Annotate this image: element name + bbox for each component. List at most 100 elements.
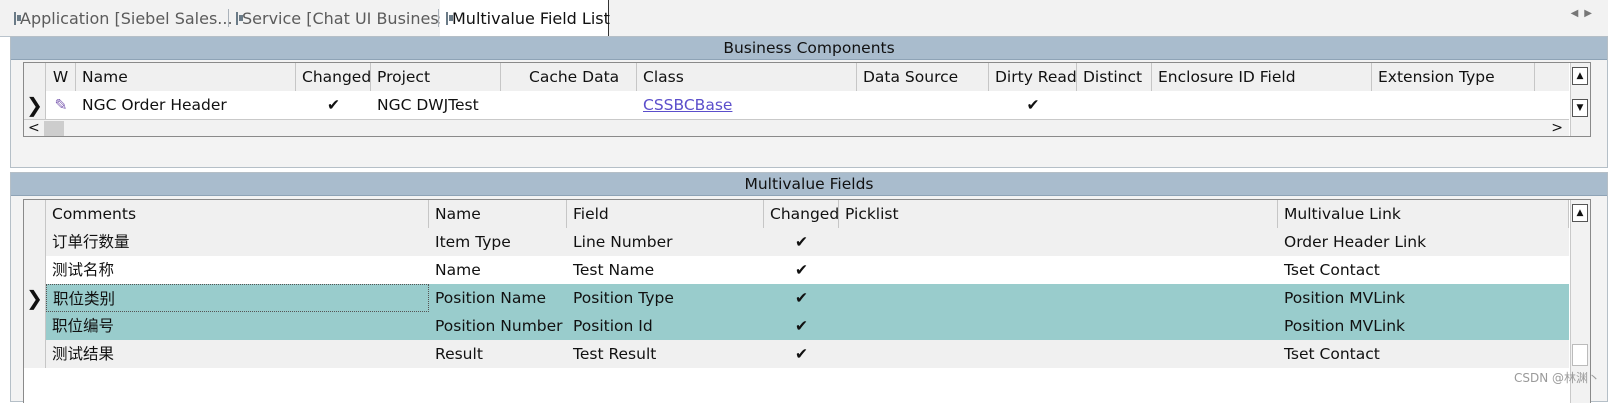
column-header-name[interactable]: Name (429, 200, 567, 228)
column-header-name[interactable]: Name (76, 63, 296, 91)
scroll-down-button[interactable]: ▼ (1572, 99, 1588, 117)
object-list-icon (236, 11, 243, 25)
cell-picklist[interactable] (839, 284, 1278, 312)
row-selector-arrow[interactable]: ❯ (24, 91, 46, 119)
row-selector-header (24, 63, 46, 91)
tab-label: Service [Chat UI Business... (242, 8, 463, 28)
cell-class[interactable]: CSSBCBase (637, 91, 857, 119)
tab-bar: Application [Siebel Sales... Service [Ch… (0, 0, 1608, 37)
horizontal-scroll-thumb[interactable] (44, 121, 64, 136)
object-list-icon (14, 11, 21, 25)
column-header-project[interactable]: Project (371, 63, 501, 91)
scroll-right-arrow-icon[interactable]: > (1551, 120, 1563, 136)
multivalue-fields-grid: Comments Name Field Changed Picklist Mul… (23, 199, 1591, 403)
cell-multivalue-link[interactable]: Order Header Link (1278, 228, 1569, 256)
cell-picklist[interactable] (839, 228, 1278, 256)
cell-comments[interactable]: 职位编号 (46, 312, 429, 340)
column-header-class[interactable]: Class (637, 63, 857, 91)
cell-field[interactable]: Line Number (567, 228, 764, 256)
cell-name[interactable]: NGC Order Header (76, 91, 296, 119)
table-row-selected[interactable]: 职位编号 Position Number Position Id ✔ Posit… (24, 312, 1569, 340)
cell-comments[interactable]: 测试结果 (46, 340, 429, 368)
column-header-cache-data[interactable]: Cache Data (501, 63, 637, 91)
cell-multivalue-link[interactable]: Tset Contact (1278, 256, 1569, 284)
cell-name[interactable]: Result (429, 340, 567, 368)
cell-field[interactable]: Test Result (567, 340, 764, 368)
business-components-grid: W Name Changed Project Cache Data Class … (23, 62, 1591, 137)
cell-multivalue-link[interactable]: Position MVLink (1278, 284, 1569, 312)
column-header-picklist[interactable]: Picklist (839, 200, 1278, 228)
cell-distinct[interactable] (1077, 91, 1152, 119)
cell-multivalue-link[interactable]: Tset Contact (1278, 340, 1569, 368)
cell-comments[interactable]: 测试名称 (46, 256, 429, 284)
cell-name[interactable]: Position Name (429, 284, 567, 312)
table-row[interactable]: 测试结果 Result Test Result ✔ Tset Contact (24, 340, 1569, 368)
cell-dirty-read-checkmark[interactable]: ✔ (989, 91, 1077, 119)
scroll-up-button[interactable]: ▲ (1572, 67, 1588, 85)
cell-name[interactable]: Name (429, 256, 567, 284)
cell-picklist[interactable] (839, 256, 1278, 284)
cell-comments-focused[interactable]: 职位类别 (46, 284, 429, 312)
vertical-scrollbar[interactable]: ▲ ▼ (1570, 63, 1590, 136)
row-selector[interactable] (24, 312, 46, 340)
tab-separator (438, 9, 439, 27)
object-list-icon (446, 11, 453, 25)
cell-field[interactable]: Position Type (567, 284, 764, 312)
column-header-changed[interactable]: Changed (296, 63, 371, 91)
table-row[interactable]: ❯ ✎ NGC Order Header ✔ NGC DWJTest CSSBC… (24, 91, 1569, 119)
column-header-comments[interactable]: Comments (46, 200, 429, 228)
class-link[interactable]: CSSBCBase (643, 96, 732, 114)
scroll-up-button[interactable]: ▲ (1572, 204, 1588, 222)
cell-cache-data[interactable] (501, 91, 637, 119)
cell-data-source[interactable] (857, 91, 989, 119)
business-components-panel: Business Components W Name Changed Proje… (10, 36, 1608, 168)
row-selector[interactable] (24, 228, 46, 256)
tab-application[interactable]: Application [Siebel Sales... (8, 0, 233, 36)
row-selector[interactable] (24, 256, 46, 284)
tab-label: Application [Siebel Sales... (20, 8, 233, 28)
table-row[interactable]: 测试名称 Name Test Name ✔ Tset Contact (24, 256, 1569, 284)
cell-changed-checkmark[interactable]: ✔ (764, 312, 839, 340)
grid-header: Comments Name Field Changed Picklist Mul… (24, 200, 1569, 229)
cell-changed-checkmark[interactable]: ✔ (296, 91, 371, 119)
row-selector-arrow[interactable]: ❯ (24, 284, 46, 312)
column-header-w[interactable]: W (46, 63, 76, 91)
grid-header: W Name Changed Project Cache Data Class … (24, 63, 1569, 92)
cell-name[interactable]: Position Number (429, 312, 567, 340)
cell-project[interactable]: NGC DWJTest (371, 91, 501, 119)
horizontal-scrollbar[interactable]: < > (24, 119, 1569, 136)
cell-name[interactable]: Item Type (429, 228, 567, 256)
cell-changed-checkmark[interactable]: ✔ (764, 284, 839, 312)
cell-changed-checkmark[interactable]: ✔ (764, 340, 839, 368)
cell-field[interactable]: Test Name (567, 256, 764, 284)
table-row-selected[interactable]: ❯ 职位类别 Position Name Position Type ✔ Pos… (24, 284, 1569, 312)
column-header-field[interactable]: Field (567, 200, 764, 228)
tab-service[interactable]: Service [Chat UI Business... (230, 0, 462, 36)
column-header-enclosure-id-field[interactable]: Enclosure ID Field (1152, 63, 1372, 91)
cell-changed-checkmark[interactable]: ✔ (764, 256, 839, 284)
edit-pencil-icon: ✎ (54, 96, 68, 114)
cell-comments[interactable]: 订单行数量 (46, 228, 429, 256)
tab-multivalue-field-list[interactable]: Multivalue Field List (440, 0, 610, 36)
cell-extension-type[interactable] (1372, 91, 1535, 119)
cell-enclosure-id-field[interactable] (1152, 91, 1372, 119)
column-header-dirty-read[interactable]: Dirty Read (989, 63, 1077, 91)
cell-changed-checkmark[interactable]: ✔ (764, 228, 839, 256)
csdn-watermark: CSDN @林渊丶 (1513, 371, 1600, 385)
tab-label: Multivalue Field List (452, 8, 610, 28)
vertical-scroll-thumb[interactable] (1572, 344, 1588, 366)
cell-picklist[interactable] (839, 312, 1278, 340)
cell-multivalue-link[interactable]: Position MVLink (1278, 312, 1569, 340)
column-header-changed[interactable]: Changed (764, 200, 839, 228)
column-header-distinct[interactable]: Distinct (1077, 63, 1152, 91)
table-row[interactable]: 订单行数量 Item Type Line Number ✔ Order Head… (24, 228, 1569, 256)
row-selector[interactable] (24, 340, 46, 368)
column-header-data-source[interactable]: Data Source (857, 63, 989, 91)
scroll-left-arrow-icon[interactable]: < (28, 120, 40, 136)
tab-scroll-arrows[interactable]: ◀▶ (1571, 8, 1598, 19)
column-header-extension-type[interactable]: Extension Type (1372, 63, 1535, 91)
cell-picklist[interactable] (839, 340, 1278, 368)
column-header-multivalue-link[interactable]: Multivalue Link (1278, 200, 1569, 228)
cell-field[interactable]: Position Id (567, 312, 764, 340)
business-components-title: Business Components (11, 37, 1607, 60)
